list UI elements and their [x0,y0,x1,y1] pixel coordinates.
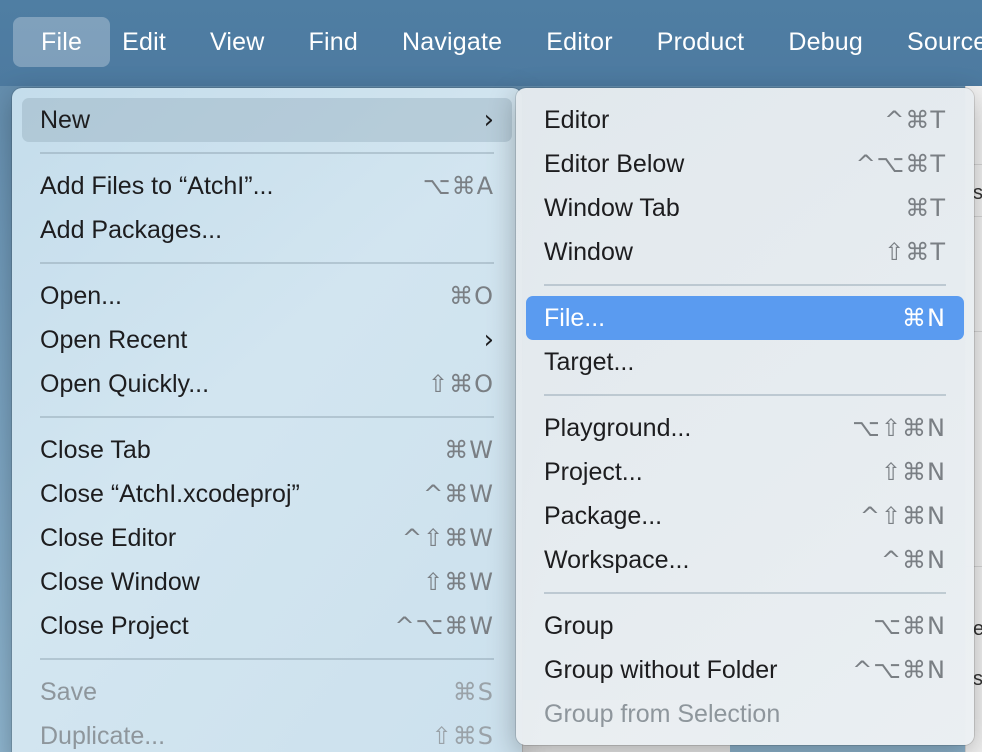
menu-item-label: Window Tab [544,193,680,222]
menu-find[interactable]: Find [287,17,380,67]
background-text-fragment: e [973,618,982,640]
menu-separator [40,416,494,418]
menu-item-shortcut: ⌥⌘A [422,172,494,200]
menu-item-shortcut: ^⌥⌘T [855,150,946,178]
menu-item-open-quickly[interactable]: Open Quickly... ⇧⌘O [22,362,512,406]
menu-item-new[interactable]: New › [22,98,512,142]
menu-separator [40,152,494,154]
menu-item-shortcut: ⌘N [902,304,946,332]
menu-item-duplicate: Duplicate... ⇧⌘S [22,714,512,752]
submenu-item-group-from-selection: Group from Selection [526,692,964,736]
menu-edit[interactable]: Edit [110,17,188,67]
menu-item-close-project-file[interactable]: Close “AtchI.xcodeproj” ^⌘W [22,472,512,516]
menu-item-shortcut: ^⇧⌘W [402,524,494,552]
menu-item-shortcut: ^⌥⌘N [852,656,946,684]
menu-item-label: Add Packages... [40,215,223,244]
menu-item-label: Close Project [40,611,189,640]
submenu-item-editor-below[interactable]: Editor Below ^⌥⌘T [526,142,964,186]
menu-file[interactable]: File [13,17,111,67]
menu-item-shortcut: ^⌘N [880,546,946,574]
new-submenu: Editor ^⌘T Editor Below ^⌥⌘T Window Tab … [516,88,974,745]
menu-item-shortcut: ⇧⌘T [884,238,946,266]
menu-item-label: Playground... [544,413,692,442]
menu-item-save: Save ⌘S [22,670,512,714]
menu-item-label: New [40,105,91,134]
menu-item-label: Group [544,611,614,640]
menu-item-label: Open... [40,281,122,310]
submenu-item-editor[interactable]: Editor ^⌘T [526,98,964,142]
menu-item-label: Window [544,237,633,266]
menu-item-close-window[interactable]: Close Window ⇧⌘W [22,560,512,604]
menu-item-shortcut: ⌘O [449,282,494,310]
file-menu: New › Add Files to “AtchI”... ⌥⌘A Add Pa… [12,88,522,752]
submenu-item-file[interactable]: File... ⌘N [526,296,964,340]
menu-separator [40,262,494,264]
menu-item-close-editor[interactable]: Close Editor ^⇧⌘W [22,516,512,560]
submenu-item-project[interactable]: Project... ⇧⌘N [526,450,964,494]
menu-item-label: Close “AtchI.xcodeproj” [40,479,300,508]
menu-product[interactable]: Product [635,17,767,67]
menu-item-add-packages[interactable]: Add Packages... [22,208,512,252]
menu-item-label: Close Tab [40,435,151,464]
background-text-fragment: s [973,182,982,204]
menu-navigate[interactable]: Navigate [380,17,524,67]
menu-item-open[interactable]: Open... ⌘O [22,274,512,318]
menu-item-shortcut: ⌘W [444,436,494,464]
submenu-item-window[interactable]: Window ⇧⌘T [526,230,964,274]
submenu-item-group[interactable]: Group ⌥⌘N [526,604,964,648]
menu-item-label: Target... [544,347,635,376]
menu-item-label: Package... [544,501,663,530]
menu-item-shortcut: ⇧⌘W [423,568,494,596]
menu-item-shortcut: ⇧⌘O [428,370,494,398]
menu-item-label: Group without Folder [544,655,778,684]
menu-item-label: Group from Selection [544,699,781,728]
menu-item-close-project[interactable]: Close Project ^⌥⌘W [22,604,512,648]
menu-item-label: Editor Below [544,149,685,178]
menu-debug[interactable]: Debug [766,17,885,67]
submenu-item-group-without-folder[interactable]: Group without Folder ^⌥⌘N [526,648,964,692]
menu-item-label: Editor [544,105,610,134]
chevron-right-icon: › [483,105,494,135]
menu-item-label: File... [544,303,606,332]
menu-item-label: Save [40,677,97,706]
menu-item-shortcut: ⇧⌘N [880,458,946,486]
menu-item-close-tab[interactable]: Close Tab ⌘W [22,428,512,472]
menu-item-shortcut: ^⌥⌘W [394,612,494,640]
menu-item-label: Open Quickly... [40,369,210,398]
chevron-right-icon: › [483,325,494,355]
menu-item-label: Duplicate... [40,721,166,750]
menu-item-label: Project... [544,457,643,486]
menu-source[interactable]: Source [885,17,982,67]
submenu-item-target[interactable]: Target... [526,340,964,384]
menu-item-shortcut: ^⌘W [423,480,494,508]
background-text-fragment: s [973,668,982,690]
menu-separator [544,284,946,286]
menu-item-shortcut: ⌥⇧⌘N [852,414,946,442]
menu-item-shortcut: ^⌘T [884,106,946,134]
submenu-item-window-tab[interactable]: Window Tab ⌘T [526,186,964,230]
menu-item-shortcut: ⌘S [452,678,494,706]
menu-bar: File Edit View Find Navigate Editor Prod… [0,0,982,86]
menu-item-add-files[interactable]: Add Files to “AtchI”... ⌥⌘A [22,164,512,208]
menu-editor[interactable]: Editor [524,17,635,67]
menu-item-label: Add Files to “AtchI”... [40,171,274,200]
menu-item-label: Workspace... [544,545,690,574]
submenu-item-playground[interactable]: Playground... ⌥⇧⌘N [526,406,964,450]
menu-item-shortcut: ⌥⌘N [873,612,946,640]
menu-item-label: Open Recent [40,325,188,354]
menu-item-shortcut: ⇧⌘S [431,722,494,750]
menu-separator [544,394,946,396]
menu-separator [544,592,946,594]
menu-view[interactable]: View [188,17,287,67]
menu-item-open-recent[interactable]: Open Recent › [22,318,512,362]
menu-item-label: Close Editor [40,523,177,552]
menu-item-shortcut: ⌘T [905,194,946,222]
submenu-item-package[interactable]: Package... ^⇧⌘N [526,494,964,538]
menu-item-label: Close Window [40,567,200,596]
submenu-item-workspace[interactable]: Workspace... ^⌘N [526,538,964,582]
menu-separator [40,658,494,660]
menu-item-shortcut: ^⇧⌘N [859,502,946,530]
